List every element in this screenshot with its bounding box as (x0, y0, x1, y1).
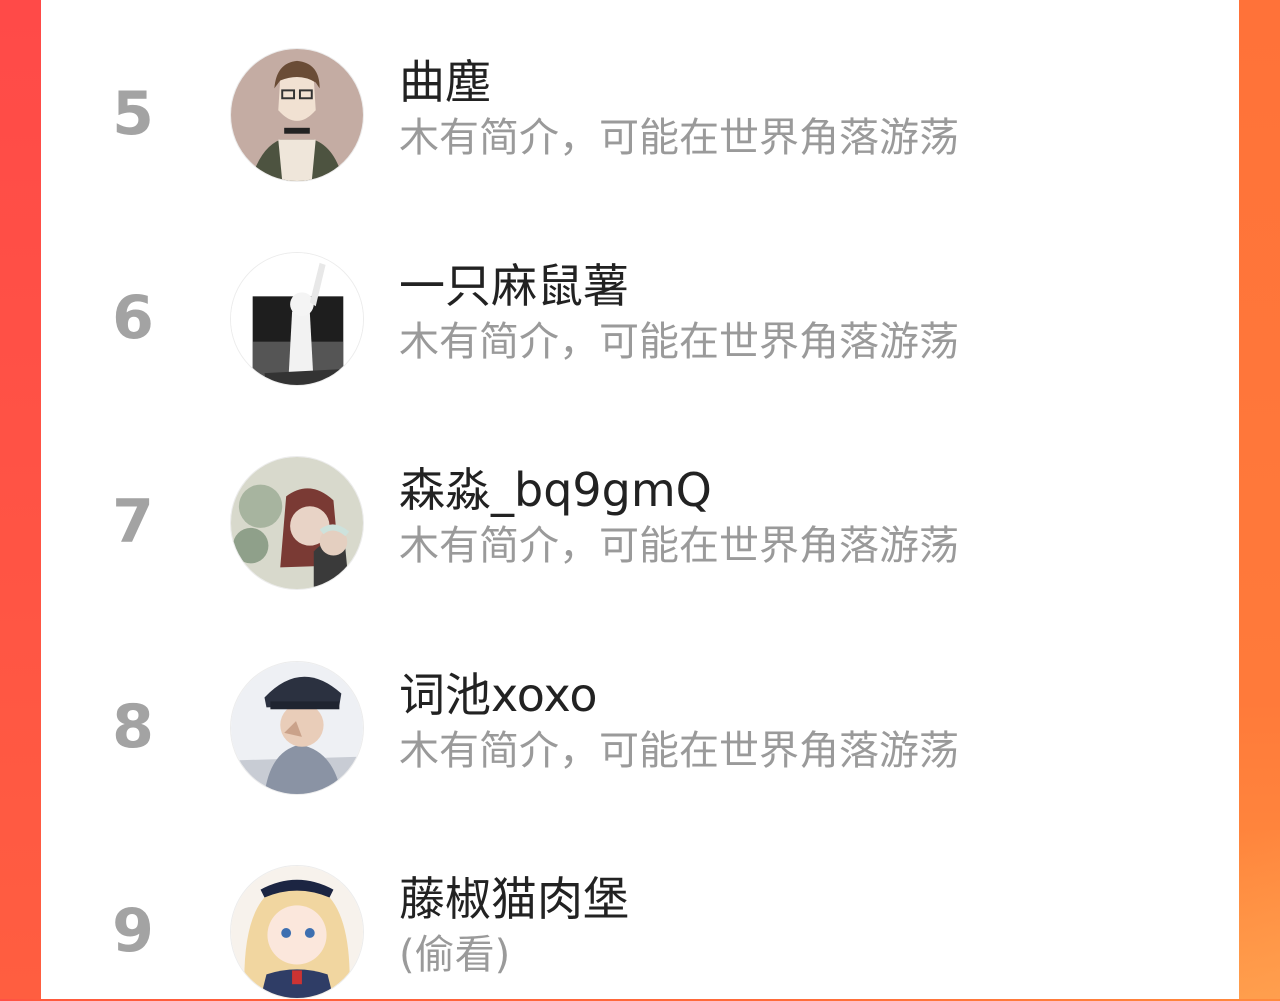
avatar[interactable] (230, 865, 364, 999)
list-item[interactable]: 8 词池xoxo 木有简介，可能在世界角落游荡 (41, 657, 1239, 797)
avatar-image (231, 253, 363, 385)
user-bio: 木有简介，可能在世界角落游荡 (399, 319, 959, 365)
user-name[interactable]: 曲塵 (399, 52, 491, 112)
user-name[interactable]: 藤椒猫肉堡 (399, 869, 629, 929)
avatar[interactable] (230, 456, 364, 590)
user-bio: 木有简介，可能在世界角落游荡 (399, 115, 959, 161)
rank-number: 5 (112, 79, 154, 149)
list-item[interactable]: 9 藤椒猫肉堡 (偷看) (41, 861, 1239, 1001)
rank-number: 6 (112, 283, 154, 353)
rank-number: 9 (112, 896, 154, 966)
user-name[interactable]: 词池xoxo (399, 665, 598, 725)
avatar-image (231, 866, 363, 998)
user-name[interactable]: 森淼_bq9gmQ (399, 460, 712, 520)
user-bio: 木有简介，可能在世界角落游荡 (399, 523, 959, 569)
avatar[interactable] (230, 252, 364, 386)
list-item[interactable]: 7 森淼_bq9gmQ 木有简介，可能在世界角落游荡 (41, 452, 1239, 592)
background-fold-decoration (1239, 830, 1280, 999)
avatar[interactable] (230, 48, 364, 182)
ranking-list-panel[interactable]: 5 曲塵 木有简介，可能在世界角落游荡 6 一只麻鼠薯 木有简介，可能在世界角落… (41, 0, 1239, 999)
user-bio: (偷看) (399, 932, 511, 978)
avatar[interactable] (230, 661, 364, 795)
rank-number: 7 (112, 487, 154, 557)
user-bio: 木有简介，可能在世界角落游荡 (399, 728, 959, 774)
avatar-image (231, 662, 363, 794)
list-item[interactable]: 5 曲塵 木有简介，可能在世界角落游荡 (41, 44, 1239, 184)
avatar-image (231, 49, 363, 181)
list-item[interactable]: 6 一只麻鼠薯 木有简介，可能在世界角落游荡 (41, 248, 1239, 388)
user-name[interactable]: 一只麻鼠薯 (399, 256, 629, 316)
background-right-edge (1239, 0, 1280, 999)
background-left-edge (0, 0, 41, 999)
rank-number: 8 (112, 692, 154, 762)
avatar-image (231, 457, 363, 589)
